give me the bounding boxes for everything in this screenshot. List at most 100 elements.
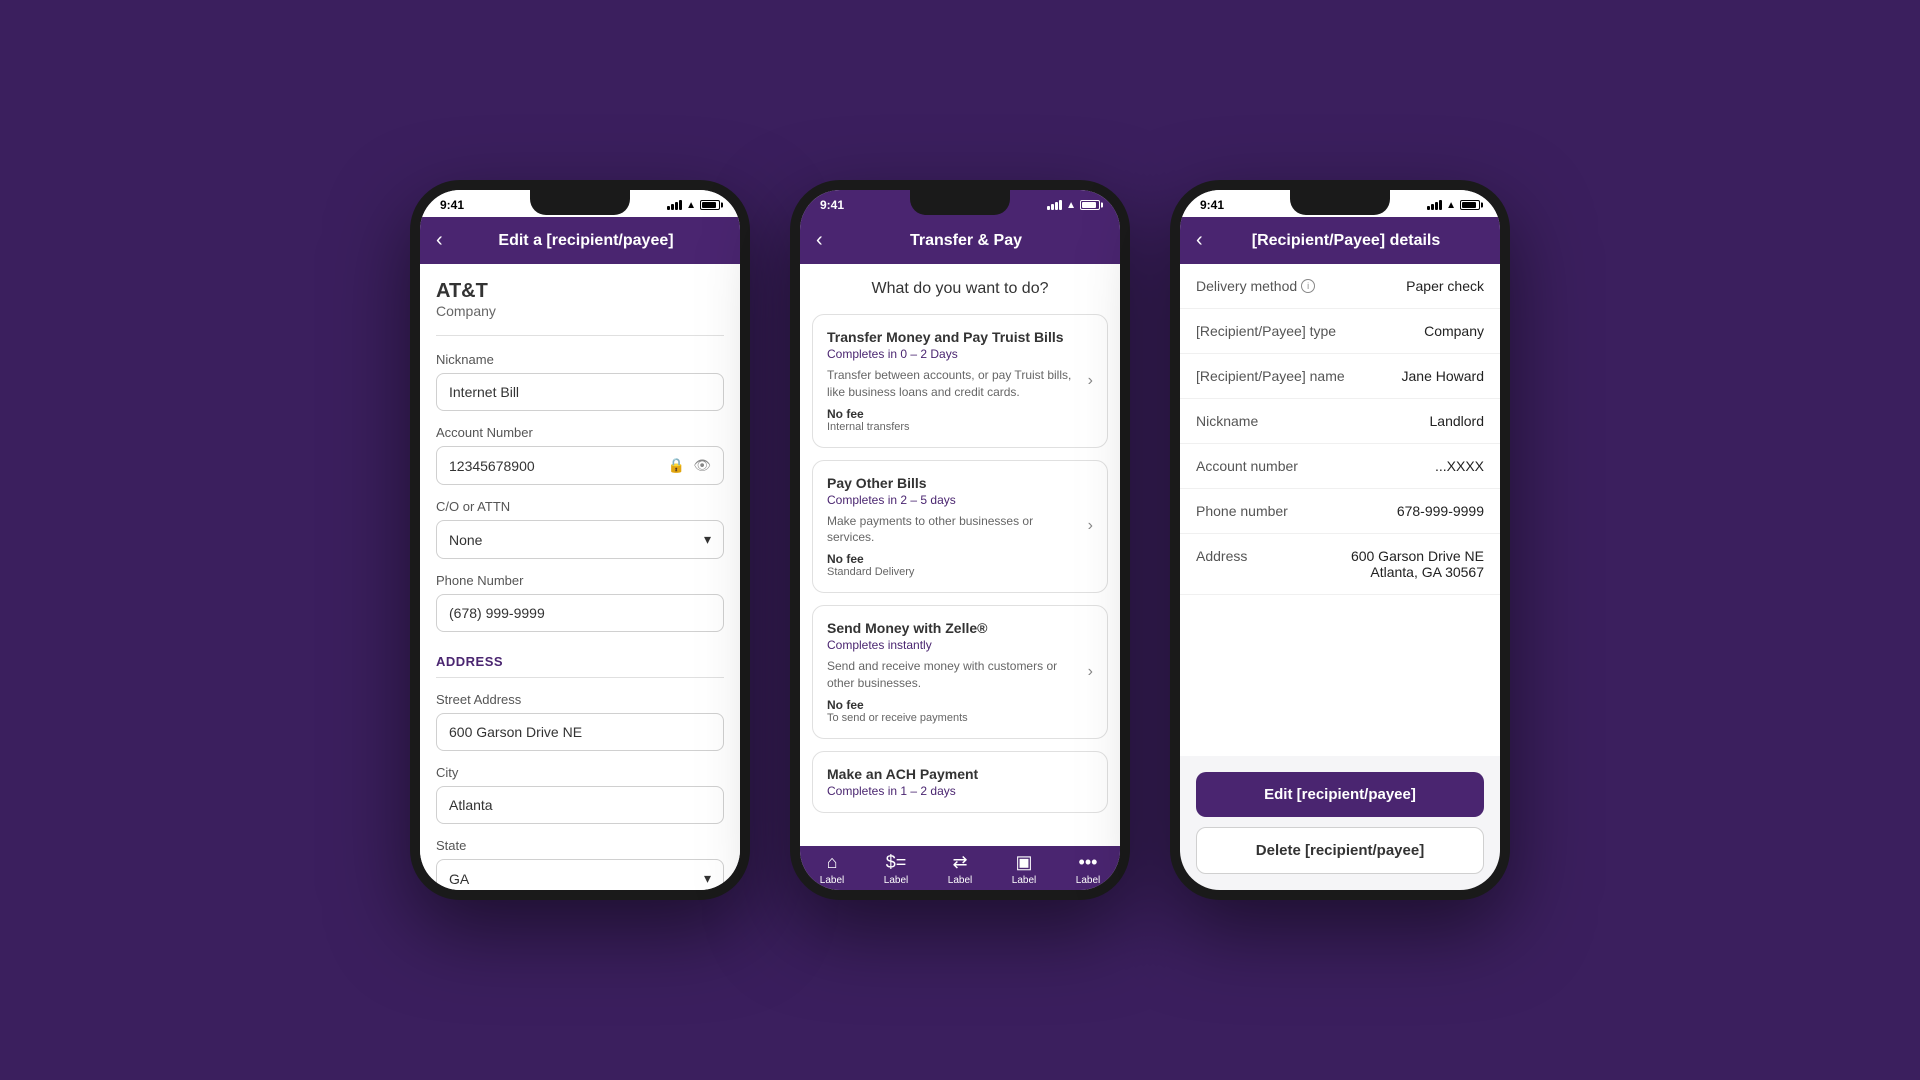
delete-recipient-button[interactable]: Delete [recipient/payee] <box>1196 827 1484 874</box>
chevron-right-icon1: › <box>1088 372 1093 390</box>
phone1-time: 9:41 <box>440 198 464 212</box>
nickname-label: Nickname <box>436 352 724 367</box>
nickname-input[interactable]: Internet Bill <box>436 373 724 411</box>
option3-title: Send Money with Zelle® <box>827 620 1080 636</box>
option3-desc: Send and receive money with customers or… <box>827 658 1080 692</box>
street-input[interactable]: 600 Garson Drive NE <box>436 713 724 751</box>
home-icon: ⌂ <box>827 852 838 873</box>
bottom-nav: ⌂ Label $= Label ⇄ Label ▣ Label ••• Lab… <box>800 846 1120 890</box>
phone1-content: AT&T Company Nickname Internet Bill Acco… <box>420 264 740 890</box>
city-input[interactable]: Atlanta <box>436 786 724 824</box>
recipient-name-value: Jane Howard <box>1402 368 1485 384</box>
nav-transfer[interactable]: ⇄ Label <box>928 852 992 886</box>
phone-number-value: 678-999-9999 <box>1397 503 1484 519</box>
camera-icon: ▣ <box>1015 852 1032 873</box>
chevron-down-icon2: ▾ <box>704 870 711 887</box>
address-section-label: Address <box>436 646 724 678</box>
phone2-time: 9:41 <box>820 198 844 212</box>
lock-icon: 🔒 <box>668 457 685 474</box>
option3-fee: No fee <box>827 698 1080 712</box>
wifi-icon: ▲ <box>686 200 696 211</box>
option1-fee-sub: Internal transfers <box>827 421 1080 433</box>
option1-desc: Transfer between accounts, or pay Truist… <box>827 367 1080 401</box>
nav-deposit[interactable]: ▣ Label <box>992 852 1056 886</box>
detail-recipient-type: [Recipient/Payee] type Company <box>1180 309 1500 354</box>
detail-delivery-method: Delivery method i Paper check <box>1180 264 1500 309</box>
bill-icon: $= <box>886 852 907 873</box>
nickname-value: Landlord <box>1430 413 1485 429</box>
option1-title: Transfer Money and Pay Truist Bills <box>827 329 1080 345</box>
chevron-down-icon: ▾ <box>704 531 711 548</box>
notch3 <box>1290 190 1390 215</box>
phone-label: Phone Number <box>436 573 724 588</box>
nav-more[interactable]: ••• Label <box>1056 852 1120 886</box>
detail-phone-number: Phone number 678-999-9999 <box>1180 489 1500 534</box>
option4-title: Make an ACH Payment <box>827 766 1093 782</box>
option4-subtitle: Completes in 1 – 2 days <box>827 784 1093 798</box>
phone1-header-title: Edit a [recipient/payee] <box>472 232 700 250</box>
recipient-name: AT&T <box>436 280 724 303</box>
option3-fee-sub: To send or receive payments <box>827 712 1080 724</box>
state-label: State <box>436 838 724 853</box>
phone3-header-title: [Recipient/Payee] details <box>1232 232 1460 250</box>
phone3-back-button[interactable]: ‹ <box>1196 229 1220 252</box>
phone2-content: What do you want to do? Transfer Money a… <box>800 264 1120 846</box>
co-attn-select[interactable]: None ▾ <box>436 520 724 559</box>
phone3-wrapper: Delivery method i Paper check [Recipient… <box>1180 264 1500 890</box>
detail-nickname: Nickname Landlord <box>1180 399 1500 444</box>
phone3: 9:41 ▲ ‹ [Recipient/Payee] details <box>1170 180 1510 900</box>
phone3-content: Delivery method i Paper check [Recipient… <box>1180 264 1500 756</box>
phone2-header: ‹ Transfer & Pay <box>800 217 1120 264</box>
eye-icon[interactable]: 👁 <box>693 457 711 474</box>
state-select[interactable]: GA ▾ <box>436 859 724 890</box>
phone3-time: 9:41 <box>1200 198 1224 212</box>
option2-fee-sub: Standard Delivery <box>827 566 1080 578</box>
info-icon[interactable]: i <box>1301 279 1315 293</box>
option1-subtitle: Completes in 0 – 2 Days <box>827 347 1080 361</box>
wifi-icon2: ▲ <box>1066 200 1076 211</box>
nav-home[interactable]: ⌂ Label <box>800 852 864 886</box>
wifi-icon3: ▲ <box>1446 200 1456 211</box>
address-value: 600 Garson Drive NE Atlanta, GA 30567 <box>1351 548 1484 580</box>
option-pay-bills[interactable]: Pay Other Bills Completes in 2 – 5 days … <box>812 460 1108 594</box>
detail-recipient-name: [Recipient/Payee] name Jane Howard <box>1180 354 1500 399</box>
option2-fee: No fee <box>827 552 1080 566</box>
phone2-back-button[interactable]: ‹ <box>816 229 840 252</box>
co-attn-label: C/O or ATTN <box>436 499 724 514</box>
detail-address: Address 600 Garson Drive NE Atlanta, GA … <box>1180 534 1500 595</box>
phone-input[interactable]: (678) 999-9999 <box>436 594 724 632</box>
chevron-right-icon3: › <box>1088 663 1093 681</box>
phone1-back-button[interactable]: ‹ <box>436 229 460 252</box>
notch <box>530 190 630 215</box>
phone3-header: ‹ [Recipient/Payee] details <box>1180 217 1500 264</box>
phone2-header-title: Transfer & Pay <box>852 232 1080 250</box>
more-icon: ••• <box>1079 852 1098 873</box>
option2-title: Pay Other Bills <box>827 475 1080 491</box>
phone1: 9:41 ▲ ‹ Edit a [recipient/payee] AT&T C… <box>410 180 750 900</box>
option3-subtitle: Completes instantly <box>827 638 1080 652</box>
delivery-method-value: Paper check <box>1406 278 1484 294</box>
option2-subtitle: Completes in 2 – 5 days <box>827 493 1080 507</box>
option-zelle[interactable]: Send Money with Zelle® Completes instant… <box>812 605 1108 739</box>
divider1 <box>436 335 724 336</box>
edit-recipient-button[interactable]: Edit [recipient/payee] <box>1196 772 1484 817</box>
transfer-icon: ⇄ <box>952 852 967 873</box>
recipient-type: Company <box>436 303 724 319</box>
phone1-header: ‹ Edit a [recipient/payee] <box>420 217 740 264</box>
action-buttons: Edit [recipient/payee] Delete [recipient… <box>1180 756 1500 890</box>
option-ach[interactable]: Make an ACH Payment Completes in 1 – 2 d… <box>812 751 1108 813</box>
phone2: 9:41 ▲ ‹ Transfer & Pay What do you want… <box>790 180 1130 900</box>
account-number-value: ...XXXX <box>1435 458 1484 474</box>
transfer-question: What do you want to do? <box>800 264 1120 314</box>
street-label: Street Address <box>436 692 724 707</box>
detail-account-number: Account number ...XXXX <box>1180 444 1500 489</box>
city-label: City <box>436 765 724 780</box>
notch2 <box>910 190 1010 215</box>
recipient-type-value: Company <box>1424 323 1484 339</box>
account-input[interactable]: 12345678900 🔒 👁 <box>436 446 724 485</box>
option-transfer-money[interactable]: Transfer Money and Pay Truist Bills Comp… <box>812 314 1108 448</box>
account-label: Account Number <box>436 425 724 440</box>
option2-desc: Make payments to other businesses or ser… <box>827 513 1080 547</box>
chevron-right-icon2: › <box>1088 517 1093 535</box>
nav-bills[interactable]: $= Label <box>864 852 928 886</box>
